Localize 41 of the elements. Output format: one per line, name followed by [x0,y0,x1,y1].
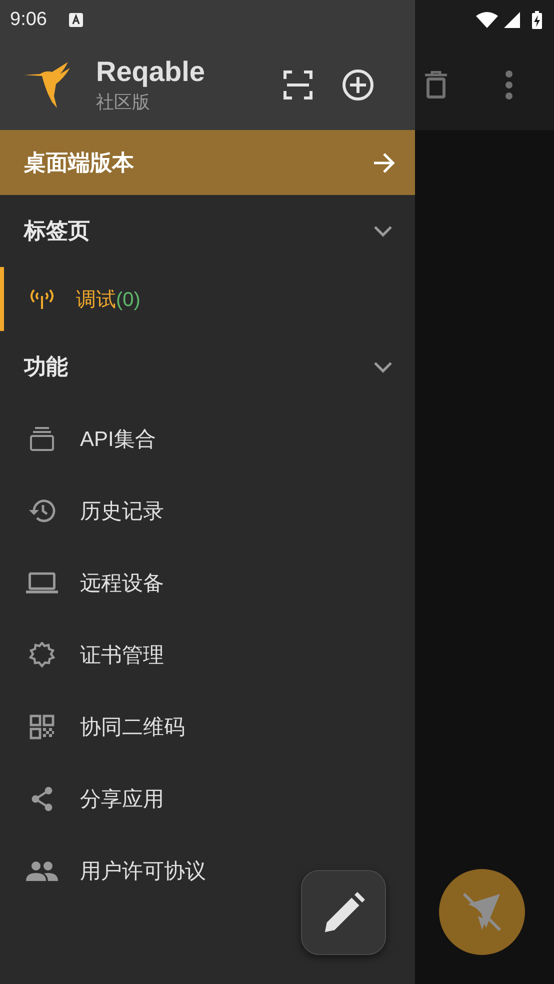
antenna-icon [28,288,56,310]
menu-item-label: 历史记录 [80,499,164,525]
more-icon[interactable] [505,70,513,100]
menu-item[interactable]: 用户许可协议 [0,835,415,907]
edition-label: 社区版 [96,91,151,114]
battery-icon [532,11,542,29]
tab-label: 调试(0) [76,288,140,312]
keyboard-icon [68,13,83,27]
menu-item[interactable]: 分享应用 [0,763,415,835]
menu-item-label: 协同二维码 [80,715,185,741]
add-icon[interactable] [342,69,374,101]
section-title: 标签页 [24,217,90,245]
status-time: 9:06 [10,9,47,31]
signal-icon [504,12,520,28]
scan-icon[interactable] [283,70,313,100]
arrow-right-icon [373,152,395,172]
trash-icon[interactable] [425,71,447,99]
menu-item[interactable]: 证书管理 [0,619,415,691]
gear-icon [28,642,56,668]
pencil-icon [322,892,364,934]
chevron-icon[interactable] [373,225,393,237]
menu-item[interactable]: 远程设备 [0,547,415,619]
menu-item[interactable]: API集合 [0,403,415,475]
menu-item-label: 证书管理 [80,643,164,669]
menu-item[interactable]: 协同二维码 [0,691,415,763]
menu-item[interactable]: 历史记录 [0,475,415,547]
desktop-version-banner[interactable]: 桌面端版本 [0,130,415,195]
send-off-icon [460,890,504,934]
section-title: 功能 [24,353,68,381]
chevron-icon[interactable] [373,361,393,373]
stack-icon [28,426,56,452]
menu-item-label: API集合 [80,427,156,453]
app-name: Reqable [96,55,206,89]
menu-item-label: 用户许可协议 [80,859,206,885]
history-icon [28,498,56,524]
menu-item-label: 远程设备 [80,571,164,597]
wifi-icon [476,12,498,28]
edit-button[interactable] [301,870,386,955]
laptop-icon [26,570,58,596]
menu-item-label: 分享应用 [80,787,164,813]
qr-code-icon [28,714,56,740]
